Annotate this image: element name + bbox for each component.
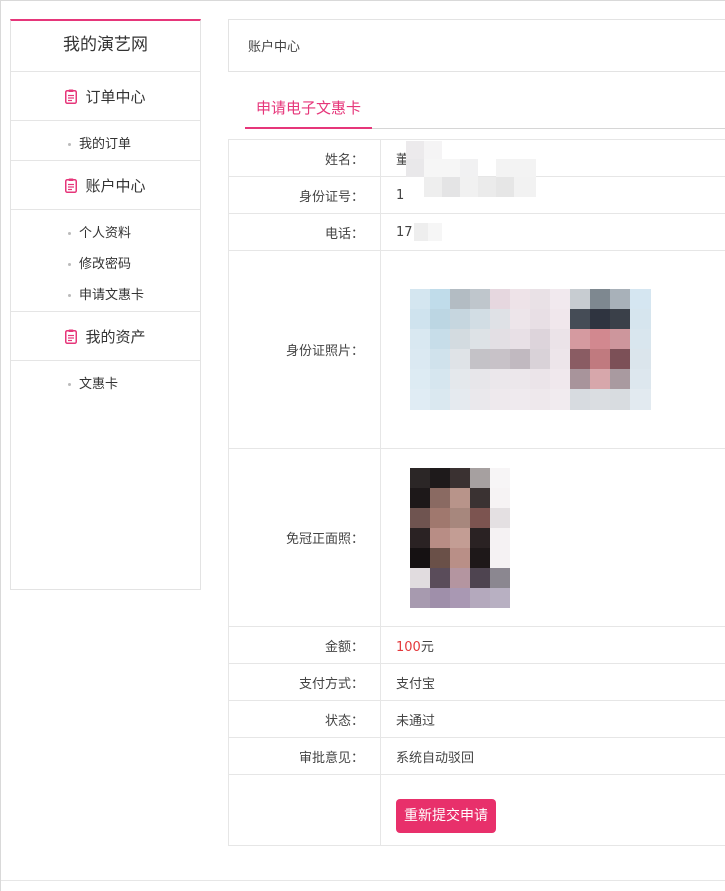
group-items: 我的订单 — [11, 121, 200, 161]
name-label: 姓名： — [228, 139, 381, 177]
group-title: 我的资产 — [85, 327, 146, 346]
row-status: 状态： 未通过 — [228, 700, 725, 738]
phone-value: 17 — [396, 224, 413, 240]
sidebar-item-label: 我的订单 — [79, 137, 132, 152]
site-title[interactable]: 我的演艺网 — [11, 21, 200, 72]
sidebar-item-label: 文惠卡 — [79, 377, 119, 392]
id-photo-label: 身份证照片： — [228, 250, 381, 449]
tab-bar: 申请电子文惠卡 — [245, 89, 725, 129]
row-id-photo: 身份证照片： — [228, 250, 725, 449]
sidebar-item-apply-card[interactable]: 申请文惠卡 — [11, 280, 200, 311]
id-number-label: 身份证号： — [228, 176, 381, 214]
redaction-mosaic — [406, 140, 536, 197]
sidebar-item-change-password[interactable]: 修改密码 — [11, 249, 200, 280]
actions-label — [228, 774, 381, 846]
status-value: 未通过 — [380, 700, 725, 738]
sidebar: 我的演艺网 订单中心 我的订单 账户中心 个人资料 修改密码 申请文惠卡 我的资… — [10, 19, 201, 590]
opinion-value: 系统自动驳回 — [380, 737, 725, 775]
clipboard-icon — [65, 178, 78, 193]
page-divider — [1, 880, 725, 881]
sidebar-item-my-orders[interactable]: 我的订单 — [11, 129, 200, 160]
row-actions: 重新提交申请 — [228, 774, 725, 846]
group-title: 订单中心 — [85, 87, 146, 106]
phone-value-cell: 17 — [380, 213, 725, 251]
amount-value-cell: 100元 — [380, 626, 725, 664]
group-title: 账户中心 — [85, 176, 146, 195]
group-account-center[interactable]: 账户中心 — [11, 161, 200, 210]
application-detail-table: 姓名： 董 身份证号： 1 电话： 17 身份证照片： 免冠正面照： 金额： 1… — [228, 139, 725, 846]
row-amount: 金额： 100元 — [228, 626, 725, 664]
row-opinion: 审批意见： 系统自动驳回 — [228, 737, 725, 775]
actions-cell: 重新提交申请 — [380, 774, 725, 846]
face-photo[interactable] — [410, 467, 510, 608]
sidebar-item-profile[interactable]: 个人资料 — [11, 218, 200, 249]
row-payment: 支付方式： 支付宝 — [228, 663, 725, 701]
payment-label: 支付方式： — [228, 663, 381, 701]
row-phone: 电话： 17 — [228, 213, 725, 251]
status-label: 状态： — [228, 700, 381, 738]
payment-value: 支付宝 — [380, 663, 725, 701]
group-items: 文惠卡 — [11, 361, 200, 400]
group-items: 个人资料 修改密码 申请文惠卡 — [11, 210, 200, 312]
group-order-center[interactable]: 订单中心 — [11, 72, 200, 121]
id-card-photo[interactable] — [410, 289, 651, 410]
sidebar-item-label: 修改密码 — [79, 257, 132, 272]
group-my-assets[interactable]: 我的资产 — [11, 312, 200, 361]
opinion-label: 审批意见： — [228, 737, 381, 775]
redaction-mosaic — [414, 222, 442, 241]
amount-value: 100 — [396, 639, 421, 655]
breadcrumb: 账户中心 — [228, 19, 725, 72]
clipboard-icon — [65, 329, 78, 344]
tab-apply-card[interactable]: 申请电子文惠卡 — [245, 89, 372, 129]
sidebar-item-culture-card[interactable]: 文惠卡 — [11, 369, 200, 400]
sidebar-item-label: 个人资料 — [79, 226, 132, 241]
name-value-cell: 董 — [380, 139, 725, 197]
clipboard-icon — [65, 89, 78, 104]
face-photo-label: 免冠正面照： — [228, 448, 381, 627]
amount-unit: 元 — [420, 639, 434, 655]
resubmit-button[interactable]: 重新提交申请 — [396, 798, 496, 833]
face-photo-cell — [380, 448, 725, 627]
sidebar-item-label: 申请文惠卡 — [79, 288, 145, 303]
phone-label: 电话： — [228, 213, 381, 251]
row-name: 姓名： 董 — [228, 139, 725, 197]
breadcrumb-text: 账户中心 — [248, 40, 301, 55]
row-face-photo: 免冠正面照： — [228, 448, 725, 627]
id-photo-cell — [380, 250, 725, 449]
amount-label: 金额： — [228, 626, 381, 664]
